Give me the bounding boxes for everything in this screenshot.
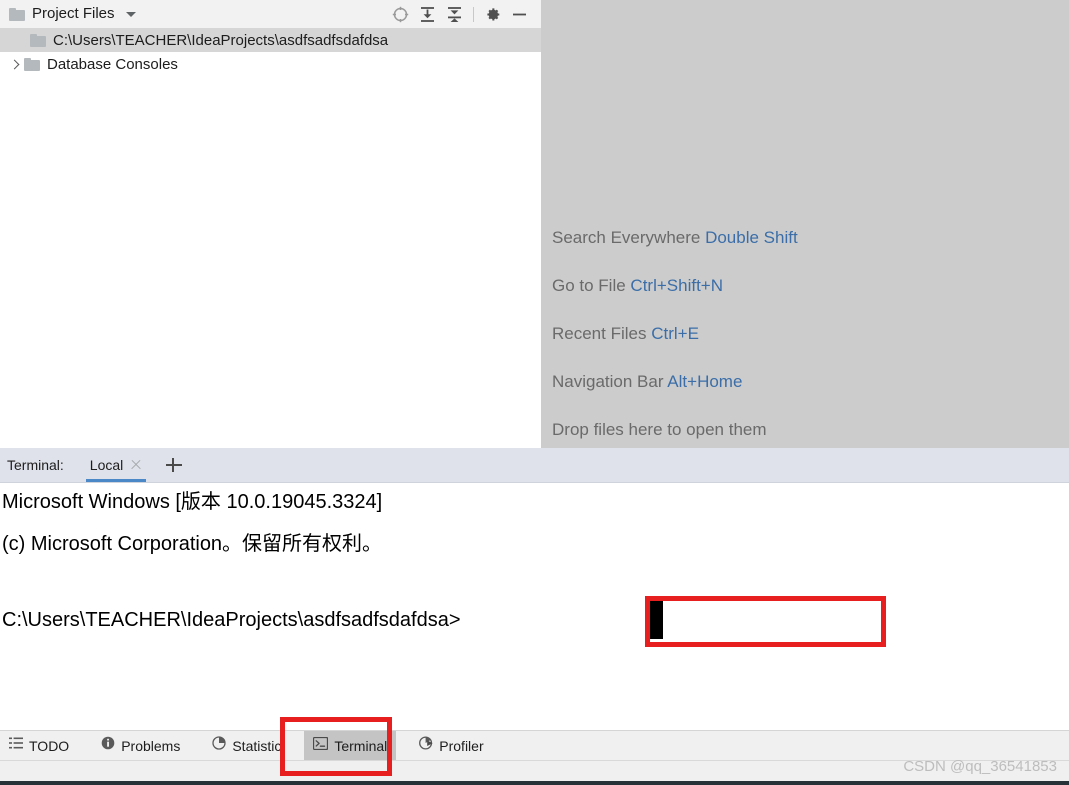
- project-panel-toolbar: [387, 1, 541, 27]
- terminal-tab-bar: Terminal: Local: [0, 448, 1069, 483]
- status-item-problems[interactable]: Problems: [92, 731, 189, 760]
- hint-row: Navigation Bar Alt+Home: [552, 372, 742, 392]
- hint-action-label: Search Everywhere: [552, 228, 706, 247]
- terminal-output[interactable]: [0, 483, 1069, 725]
- editor-placeholder-area: Search Everywhere Double Shift Go to Fil…: [541, 0, 1069, 448]
- status-item-label: Statistic: [232, 737, 282, 754]
- terminal-panel-label: Terminal:: [7, 457, 64, 473]
- project-panel-header: Project Files: [0, 0, 541, 28]
- terminal-prompt-line: C:\Users\TEACHER\IdeaProjects\asdfsadfsd…: [2, 609, 461, 631]
- tree-row[interactable]: C:\Users\TEACHER\IdeaProjects\asdfsadfsd…: [0, 28, 541, 52]
- profiler-icon: [419, 736, 433, 755]
- collapse-all-icon[interactable]: [441, 1, 468, 27]
- project-files-tool-window: Project Files C:\Users\TEACHER\IdeaProje…: [0, 0, 541, 448]
- status-item-statistic[interactable]: Statistic: [203, 731, 290, 760]
- hint-row: Recent Files Ctrl+E: [552, 324, 699, 344]
- tab-active-underline: [85, 479, 147, 482]
- hint-action-label: Recent Files: [552, 324, 652, 343]
- status-item-label: Profiler: [439, 737, 484, 754]
- chevron-right-icon[interactable]: [6, 52, 24, 76]
- settings-gear-icon[interactable]: [479, 1, 506, 27]
- folder-icon: [24, 57, 40, 71]
- tree-item-label: C:\Users\TEACHER\IdeaProjects\asdfsadfsd…: [53, 31, 389, 49]
- window-bottom-edge: [0, 781, 1069, 785]
- tree-expand-arrow-placeholder: [6, 28, 24, 52]
- tab-local[interactable]: Local: [85, 448, 147, 482]
- project-files-title-button[interactable]: Project Files: [0, 6, 136, 22]
- toolbar-separator: [473, 6, 474, 22]
- hint-action-label: Go to File: [552, 276, 631, 295]
- folder-icon: [30, 33, 46, 47]
- hint-shortcut-label: Ctrl+E: [651, 324, 699, 343]
- annotation-prompt-box: [645, 596, 886, 647]
- hint-row: Search Everywhere Double Shift: [552, 228, 798, 248]
- hint-row: Drop files here to open them: [552, 420, 767, 440]
- folder-icon: [9, 7, 25, 21]
- status-item-profiler[interactable]: Profiler: [410, 731, 492, 760]
- hide-panel-icon[interactable]: [506, 1, 533, 27]
- ide-top-area: Search Everywhere Double Shift Go to Fil…: [0, 0, 1069, 448]
- expand-all-icon[interactable]: [414, 1, 441, 27]
- hint-action-label: Navigation Bar: [552, 372, 668, 391]
- tab-local-label: Local: [89, 457, 124, 473]
- terminal-line: Microsoft Windows [版本 10.0.19045.3324]: [2, 491, 383, 513]
- hint-shortcut-label: Double Shift: [705, 228, 798, 247]
- close-icon[interactable]: [130, 459, 142, 471]
- status-item-label: Problems: [121, 737, 181, 754]
- hint-row: Go to File Ctrl+Shift+N: [552, 276, 723, 296]
- problems-info-icon: [101, 736, 115, 755]
- tree-item-label: Database Consoles: [47, 55, 178, 73]
- hint-shortcut-label: Alt+Home: [667, 372, 743, 391]
- terminal-line: (c) Microsoft Corporation。保留所有权利。: [2, 533, 383, 555]
- status-bar: TODO Problems Statistic Terminal Profile…: [0, 730, 1069, 760]
- project-tree: C:\Users\TEACHER\IdeaProjects\asdfsadfsd…: [0, 28, 541, 76]
- statistic-pie-icon: [212, 736, 226, 755]
- todo-list-icon: [9, 736, 23, 755]
- hint-action-label: Drop files here to open them: [552, 420, 767, 439]
- hint-shortcut-label: Ctrl+Shift+N: [630, 276, 724, 295]
- project-panel-title: Project Files: [32, 5, 115, 22]
- status-item-label: TODO: [29, 737, 70, 754]
- chevron-down-icon[interactable]: [125, 11, 136, 17]
- watermark-text: CSDN @qq_36541853: [903, 758, 1057, 775]
- plus-icon[interactable]: [164, 455, 184, 475]
- annotation-terminal-tab-box: [280, 717, 392, 776]
- status-item-todo[interactable]: TODO: [0, 731, 78, 760]
- select-opened-file-icon[interactable]: [387, 1, 414, 27]
- tree-row[interactable]: Database Consoles: [0, 52, 541, 76]
